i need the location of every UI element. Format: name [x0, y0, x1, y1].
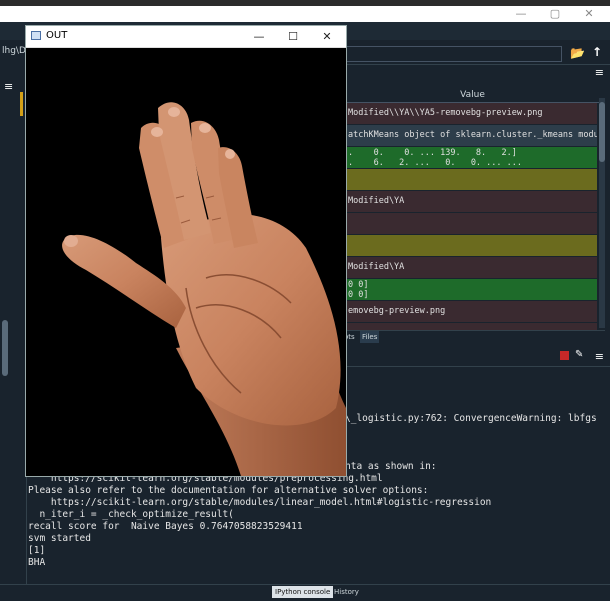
out-window-title: OUT	[46, 30, 68, 41]
left-scroll-handle[interactable]	[2, 320, 8, 376]
variable-row[interactable]	[345, 169, 597, 190]
arrow-up-icon[interactable]: ↑	[592, 45, 602, 59]
console-line: nta as shown in:	[345, 461, 437, 472]
variable-row[interactable]: Modified\YA	[345, 257, 597, 278]
editor-marker	[20, 92, 23, 116]
spyder-close-button[interactable]: ✕	[574, 6, 604, 22]
window-app-icon	[31, 31, 41, 40]
console-line: BHA	[28, 557, 46, 568]
out-close-button[interactable]: ✕	[310, 27, 344, 46]
value-column-header[interactable]: Value	[345, 88, 600, 103]
variable-row[interactable]: emovebg-preview.png	[345, 301, 597, 322]
console-line: https://scikit-learn.org/stable/modules/…	[28, 497, 492, 508]
left-menu-icon[interactable]: ≡	[4, 80, 13, 93]
eraser-icon[interactable]: ✎	[575, 349, 583, 360]
variable-row[interactable]: atchKMeans object of sklearn.cluster._km…	[345, 125, 597, 146]
console-line: \_logistic.py:762: ConvergenceWarning: l…	[345, 413, 597, 424]
console-menu-icon[interactable]: ≡	[595, 350, 604, 363]
console-line: n_iter_i = _check_optimize_result(	[28, 509, 234, 520]
out-maximize-button[interactable]: ☐	[276, 27, 310, 46]
spyder-minimize-button[interactable]: —	[506, 6, 536, 22]
variable-row[interactable]: Modified\\YA\\YA5-removebg-preview.png	[345, 103, 597, 124]
tab-files[interactable]: Files	[360, 331, 380, 343]
console-line: Please also refer to the documentation f…	[28, 485, 429, 496]
varexp-menu-icon[interactable]: ≡	[595, 66, 604, 79]
stop-icon[interactable]	[560, 351, 569, 360]
out-minimize-button[interactable]: —	[242, 27, 276, 46]
console-line: [1]	[28, 545, 46, 556]
folder-icon[interactable]: 📂	[570, 46, 585, 60]
varexp-tabs	[345, 330, 605, 345]
variable-row[interactable]: . 0. 0. ... 139. 8. 2.] . 6. 2. ... 0. 0…	[345, 147, 597, 168]
spyder-maximize-button[interactable]: ▢	[540, 6, 570, 22]
varexp-scroll-thumb[interactable]	[599, 102, 605, 162]
console-header	[345, 346, 610, 367]
path-input[interactable]	[345, 46, 562, 62]
hand-sign-image	[26, 48, 346, 476]
console-line: recall score for Naive Bayes 0.764705882…	[28, 521, 303, 532]
variable-row[interactable]	[345, 235, 597, 256]
variable-row[interactable]: Modified\YA	[345, 191, 597, 212]
variable-row[interactable]	[345, 213, 597, 234]
variable-row[interactable]: 0 0] 0 0]	[345, 279, 597, 300]
console-line: svm started	[28, 533, 91, 544]
tab-ipython-console[interactable]: IPython console	[272, 586, 334, 598]
tab-history[interactable]: History	[331, 586, 362, 598]
